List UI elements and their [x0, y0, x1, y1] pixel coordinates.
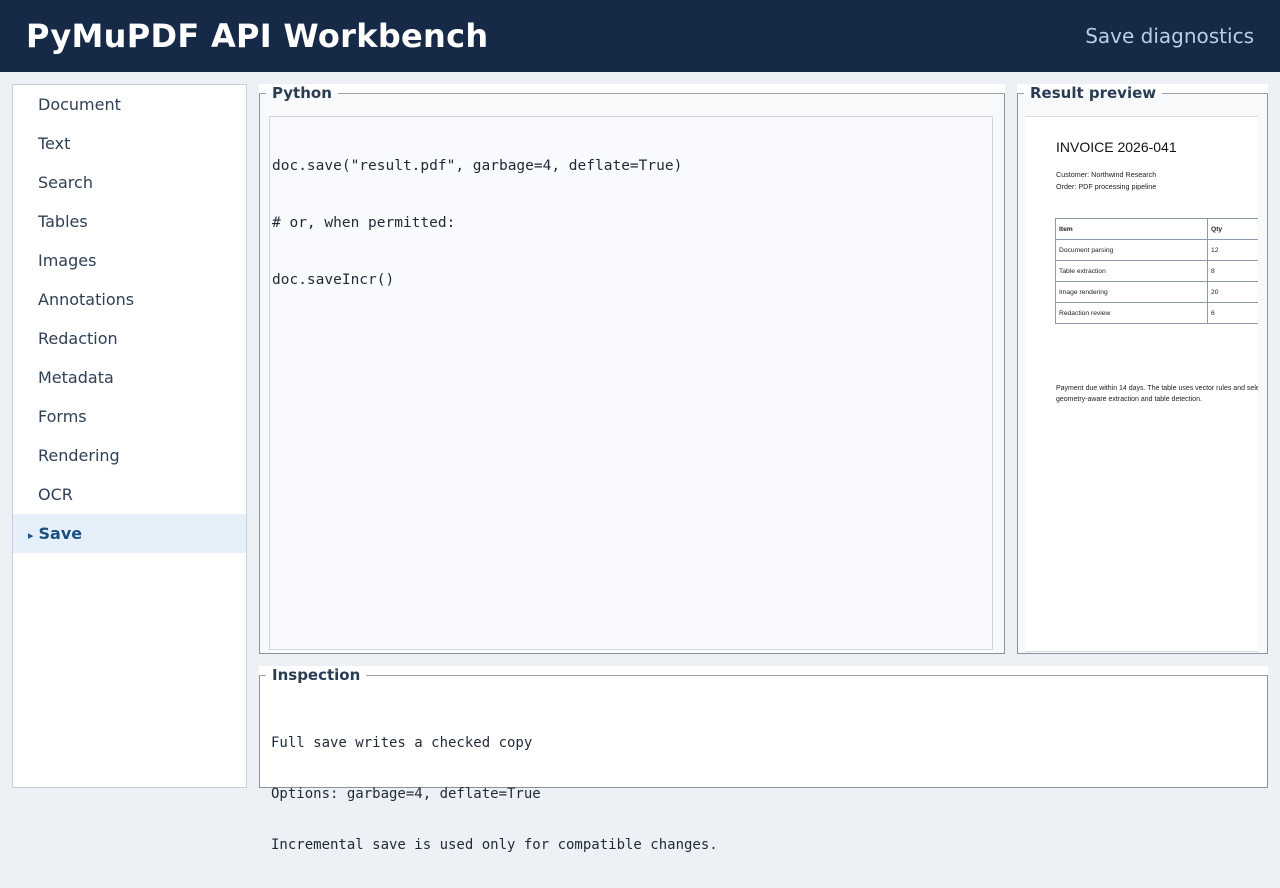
python-panel-title: Python — [272, 84, 332, 102]
inspection-output: Full save writes a checked copy Options:… — [271, 701, 718, 888]
table-cell: 6 — [1207, 302, 1258, 324]
table-row: Redaction review 6 — [1055, 302, 1258, 324]
table-cell: Table extraction — [1055, 260, 1208, 282]
sidebar-item-search[interactable]: Search — [13, 163, 246, 202]
inspection-panel: Inspection Full save writes a checked co… — [259, 666, 1268, 853]
invoice-title: INVOICE 2026-041 — [1056, 139, 1177, 155]
code-line: doc.saveIncr() — [272, 272, 395, 288]
table-cell: Redaction review — [1055, 302, 1208, 324]
invoice-footer: Payment due within 14 days. The table us… — [1056, 384, 1258, 405]
sidebar-item-redaction[interactable]: Redaction — [13, 319, 246, 358]
sidebar-item-images[interactable]: Images — [13, 241, 246, 280]
invoice-table: Item Qty Document parsing 12 Table extra… — [1055, 218, 1258, 324]
sidebar-nav: Document Text Search Tables Images Annot… — [12, 84, 247, 788]
table-cell: Document parsing — [1055, 239, 1208, 261]
inspection-line: Incremental save is used only for compat… — [271, 837, 718, 853]
table-row: Table extraction 8 — [1055, 260, 1258, 282]
sidebar-item-forms[interactable]: Forms — [13, 397, 246, 436]
table-cell: 8 — [1207, 260, 1258, 282]
table-cell: 12 — [1207, 239, 1258, 261]
result-preview-panel: Result preview INVOICE 2026-041 Customer… — [1017, 84, 1268, 654]
sidebar-item-rendering[interactable]: Rendering — [13, 436, 246, 475]
sidebar-item-text[interactable]: Text — [13, 124, 246, 163]
save-diagnostics-link[interactable]: Save diagnostics — [1085, 24, 1254, 48]
invoice-footer-line: Payment due within 14 days. The table us… — [1056, 385, 1258, 392]
table-header-cell: Item — [1055, 218, 1208, 240]
code-line: doc.save("result.pdf", garbage=4, deflat… — [272, 158, 683, 174]
table-row: Document parsing 12 — [1055, 239, 1258, 261]
python-panel: Python doc.save("result.pdf", garbage=4,… — [259, 84, 1005, 654]
sidebar-item-metadata[interactable]: Metadata — [13, 358, 246, 397]
table-cell: Image rendering — [1055, 281, 1208, 303]
sidebar-item-ocr[interactable]: OCR — [13, 475, 246, 514]
table-row: Image rendering 20 — [1055, 281, 1258, 303]
table-cell: 20 — [1207, 281, 1258, 303]
sidebar-item-document[interactable]: Document — [13, 85, 246, 124]
python-code-editor[interactable]: doc.save("result.pdf", garbage=4, deflat… — [269, 116, 993, 650]
sidebar-item-save[interactable]: ▸ Save — [13, 514, 246, 553]
invoice-order: Order: PDF processing pipeline — [1056, 182, 1157, 191]
sidebar-item-annotations[interactable]: Annotations — [13, 280, 246, 319]
code-line: # or, when permitted: — [272, 215, 456, 231]
inspection-line: Full save writes a checked copy — [271, 735, 533, 751]
pdf-page-preview: INVOICE 2026-041 Customer: Northwind Res… — [1025, 116, 1258, 652]
sidebar-item-tables[interactable]: Tables — [13, 202, 246, 241]
inspection-line: Options: garbage=4, deflate=True — [271, 786, 541, 802]
table-header-row: Item Qty — [1055, 218, 1258, 240]
table-header-cell: Qty — [1207, 218, 1258, 240]
invoice-footer-line: geometry-aware extraction and table dete… — [1056, 395, 1202, 403]
active-caret-icon: ▸ — [28, 529, 34, 542]
app-header: PyMuPDF API Workbench Save diagnostics — [0, 0, 1280, 72]
sidebar-item-label: Save — [38, 524, 83, 543]
invoice-customer: Customer: Northwind Research — [1056, 170, 1157, 179]
app-title: PyMuPDF API Workbench — [26, 17, 489, 55]
inspection-panel-title: Inspection — [272, 666, 361, 684]
result-preview-title: Result preview — [1030, 84, 1157, 102]
